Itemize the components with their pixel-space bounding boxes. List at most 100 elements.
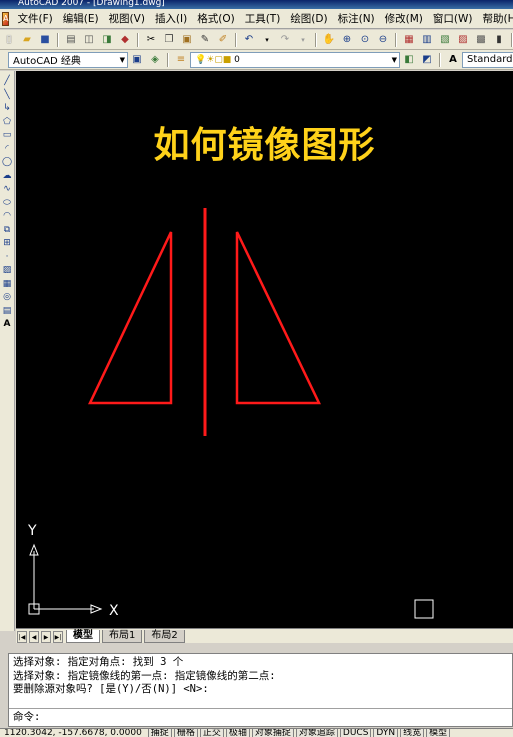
multiline-text-icon[interactable]: A bbox=[1, 318, 14, 332]
grid-toggle[interactable]: 栅格 bbox=[173, 729, 198, 737]
table-icon[interactable]: ▤ bbox=[1, 305, 14, 319]
menu-window[interactable]: 窗口(W) bbox=[428, 10, 478, 28]
lineweight-toggle[interactable]: 线宽 bbox=[400, 729, 425, 737]
open-file-icon[interactable]: ▰ bbox=[19, 32, 35, 48]
command-history-line: 选择对象: 指定对角点: 找到 3 个 bbox=[13, 656, 184, 668]
undo-dropdown-icon[interactable]: ▾ bbox=[259, 32, 275, 48]
redo-icon[interactable]: ↷ bbox=[277, 32, 293, 48]
save-icon[interactable]: ■ bbox=[37, 32, 53, 48]
make-object-layer-current-icon[interactable]: ◧ bbox=[401, 52, 417, 68]
undo-icon[interactable]: ↶ bbox=[241, 32, 257, 48]
region-icon[interactable]: ◎ bbox=[1, 291, 14, 305]
line-icon[interactable]: ╱ bbox=[1, 75, 14, 89]
command-window[interactable]: 选择对象: 指定对角点: 找到 3 个 选择对象: 指定镜像线的第一点: 指定镜… bbox=[8, 653, 513, 727]
ortho-toggle[interactable]: 正交 bbox=[199, 729, 224, 737]
ducs-toggle[interactable]: DUCS bbox=[339, 729, 372, 737]
print-preview-icon[interactable]: ◫ bbox=[81, 32, 97, 48]
construction-line-icon[interactable]: ╲ bbox=[1, 89, 14, 103]
block-editor-icon[interactable]: ✐ bbox=[215, 32, 231, 48]
menu-tools[interactable]: 工具(T) bbox=[240, 10, 286, 28]
first-tab-icon[interactable]: |◀ bbox=[17, 631, 27, 643]
gradient-icon[interactable]: ▦ bbox=[1, 278, 14, 292]
osnap-toggle[interactable]: 对象捕捉 bbox=[251, 729, 294, 737]
spline-icon[interactable]: ∿ bbox=[1, 183, 14, 197]
snap-toggle[interactable]: 捕捉 bbox=[147, 729, 172, 737]
redo-dropdown-icon[interactable]: ▾ bbox=[295, 32, 311, 48]
layer-previous-icon[interactable]: ◩ bbox=[419, 52, 435, 68]
drawing-canvas[interactable]: Y X 如何镜像图形 bbox=[16, 71, 513, 628]
ucs-y-label: Y bbox=[27, 523, 37, 539]
circle-icon[interactable]: ◯ bbox=[1, 156, 14, 170]
chevron-down-icon: ▼ bbox=[391, 55, 397, 64]
3d-dwf-icon[interactable]: ◆ bbox=[117, 32, 133, 48]
calculator-icon[interactable]: ▮ bbox=[491, 32, 507, 48]
point-icon[interactable]: · bbox=[1, 251, 14, 265]
arc-icon[interactable]: ◜ bbox=[1, 143, 14, 157]
polygon-icon[interactable]: ⬠ bbox=[1, 116, 14, 130]
my-workspace-icon[interactable]: ◈ bbox=[147, 52, 163, 68]
autocad-app-icon[interactable]: A bbox=[2, 11, 10, 26]
menu-file[interactable]: 文件(F) bbox=[12, 10, 57, 28]
sheet-set-icon[interactable]: ▨ bbox=[455, 32, 471, 48]
layer-manager-icon[interactable]: ≡ bbox=[173, 52, 189, 68]
dyn-toggle[interactable]: DYN bbox=[373, 729, 399, 737]
mirrored-triangle[interactable] bbox=[235, 231, 321, 405]
zoom-window-icon[interactable]: ⊙ bbox=[357, 32, 373, 48]
menu-draw[interactable]: 绘图(D) bbox=[285, 10, 332, 28]
workspace-dropdown[interactable]: AutoCAD 经典 ▼ bbox=[8, 51, 128, 68]
toolbar-separator bbox=[137, 32, 139, 47]
make-block-icon[interactable]: ⊞ bbox=[1, 237, 14, 251]
polar-toggle[interactable]: 极轴 bbox=[225, 729, 250, 737]
otrack-toggle[interactable]: 对象追踪 bbox=[295, 729, 338, 737]
zoom-previous-icon[interactable]: ⊖ bbox=[375, 32, 391, 48]
menu-edit[interactable]: 编辑(E) bbox=[58, 10, 104, 28]
next-tab-icon[interactable]: ▶ bbox=[41, 631, 51, 643]
tab-model[interactable]: 模型 bbox=[66, 630, 100, 643]
workspace-settings-icon[interactable]: ▣ bbox=[129, 52, 145, 68]
cut-icon[interactable]: ✂ bbox=[143, 32, 159, 48]
design-center-icon[interactable]: ▥ bbox=[419, 32, 435, 48]
revision-cloud-icon[interactable]: ☁ bbox=[1, 170, 14, 184]
zoom-realtime-icon[interactable]: ⊕ bbox=[339, 32, 355, 48]
coordinate-readout: 1120.3042, -157.6678, 0.0000 bbox=[4, 728, 142, 737]
properties-icon[interactable]: ▦ bbox=[401, 32, 417, 48]
chevron-down-icon: ▼ bbox=[119, 55, 125, 64]
command-prompt-input[interactable]: 命令: bbox=[9, 708, 512, 725]
text-style-dropdown[interactable]: Standard bbox=[462, 51, 513, 68]
publish-icon[interactable]: ◨ bbox=[99, 32, 115, 48]
menu-view[interactable]: 视图(V) bbox=[104, 10, 150, 28]
menu-modify[interactable]: 修改(M) bbox=[380, 10, 428, 28]
video-caption-title: 如何镜像图形 bbox=[153, 125, 376, 166]
toolbar-separator bbox=[167, 52, 169, 67]
new-file-icon[interactable]: ▯ bbox=[1, 32, 17, 48]
toolbar-separator bbox=[235, 32, 237, 47]
tab-layout1[interactable]: 布局1 bbox=[102, 630, 143, 643]
markup-icon[interactable]: ▩ bbox=[473, 32, 489, 48]
copy-icon[interactable]: ❐ bbox=[161, 32, 177, 48]
ellipse-arc-icon[interactable]: ◠ bbox=[1, 210, 14, 224]
insert-block-icon[interactable]: ⧉ bbox=[1, 224, 14, 238]
layer-dropdown[interactable]: 💡☀▢■ 0 ▼ bbox=[190, 51, 400, 68]
paste-icon[interactable]: ▣ bbox=[179, 32, 195, 48]
print-icon[interactable]: ▤ bbox=[63, 32, 79, 48]
menu-format[interactable]: 格式(O) bbox=[192, 10, 239, 28]
hatch-icon[interactable]: ▨ bbox=[1, 264, 14, 278]
text-style-icon[interactable]: A bbox=[445, 52, 461, 68]
menu-help[interactable]: 帮助(H) bbox=[478, 10, 513, 28]
pan-icon[interactable]: ✋ bbox=[321, 32, 337, 48]
tab-layout2[interactable]: 布局2 bbox=[144, 630, 185, 643]
rectangle-icon[interactable]: ▭ bbox=[1, 129, 14, 143]
tool-palettes-icon[interactable]: ▧ bbox=[437, 32, 453, 48]
menu-dimension[interactable]: 标注(N) bbox=[333, 10, 380, 28]
prev-tab-icon[interactable]: ◀ bbox=[29, 631, 39, 643]
last-tab-icon[interactable]: ▶| bbox=[53, 631, 63, 643]
workspace-value: AutoCAD 经典 bbox=[13, 56, 81, 67]
polyline-icon[interactable]: ↳ bbox=[1, 102, 14, 116]
layer-state-icons: 💡☀▢■ 0 bbox=[195, 54, 240, 65]
ellipse-icon[interactable]: ⬭ bbox=[1, 197, 14, 211]
match-properties-icon[interactable]: ✎ bbox=[197, 32, 213, 48]
model-space-toggle[interactable]: 模型 bbox=[426, 729, 451, 737]
menu-insert[interactable]: 插入(I) bbox=[150, 10, 192, 28]
source-triangle[interactable] bbox=[88, 231, 173, 405]
toolbar-separator bbox=[439, 52, 441, 67]
